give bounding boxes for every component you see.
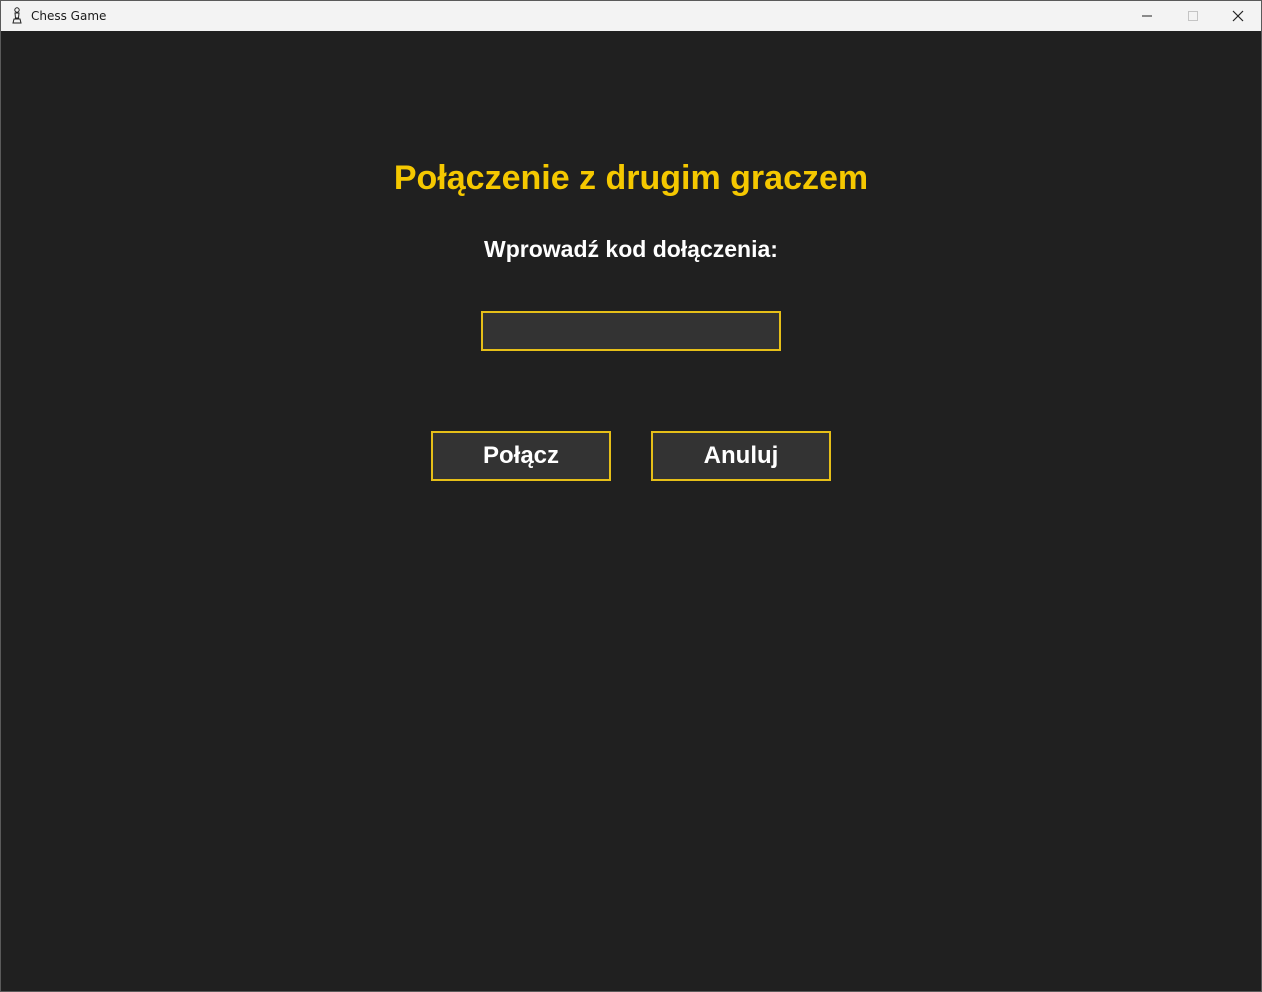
window-title: Chess Game xyxy=(31,9,107,23)
title-bar[interactable]: Chess Game xyxy=(1,1,1261,31)
cancel-button[interactable]: Anuluj xyxy=(651,431,831,481)
close-icon xyxy=(1232,10,1244,22)
maximize-button[interactable] xyxy=(1170,1,1216,31)
minimize-button[interactable] xyxy=(1124,1,1170,31)
cancel-button-label: Anuluj xyxy=(703,442,779,469)
connection-screen: Połączenie z drugim graczem Wprowadź kod… xyxy=(1,31,1261,991)
close-button[interactable] xyxy=(1215,1,1261,31)
minimize-icon xyxy=(1142,15,1152,17)
page-title: Połączenie z drugim graczem xyxy=(393,159,869,197)
join-code-input[interactable] xyxy=(481,311,781,351)
connect-button[interactable]: Połącz xyxy=(431,431,611,481)
app-window: Chess Game Połączenie z drugim graczem W… xyxy=(0,0,1262,992)
join-code-label: Wprowadź kod dołączenia: xyxy=(484,236,778,262)
maximize-icon xyxy=(1188,11,1198,21)
connect-button-label: Połącz xyxy=(482,442,560,469)
chess-pawn-icon xyxy=(10,6,24,26)
